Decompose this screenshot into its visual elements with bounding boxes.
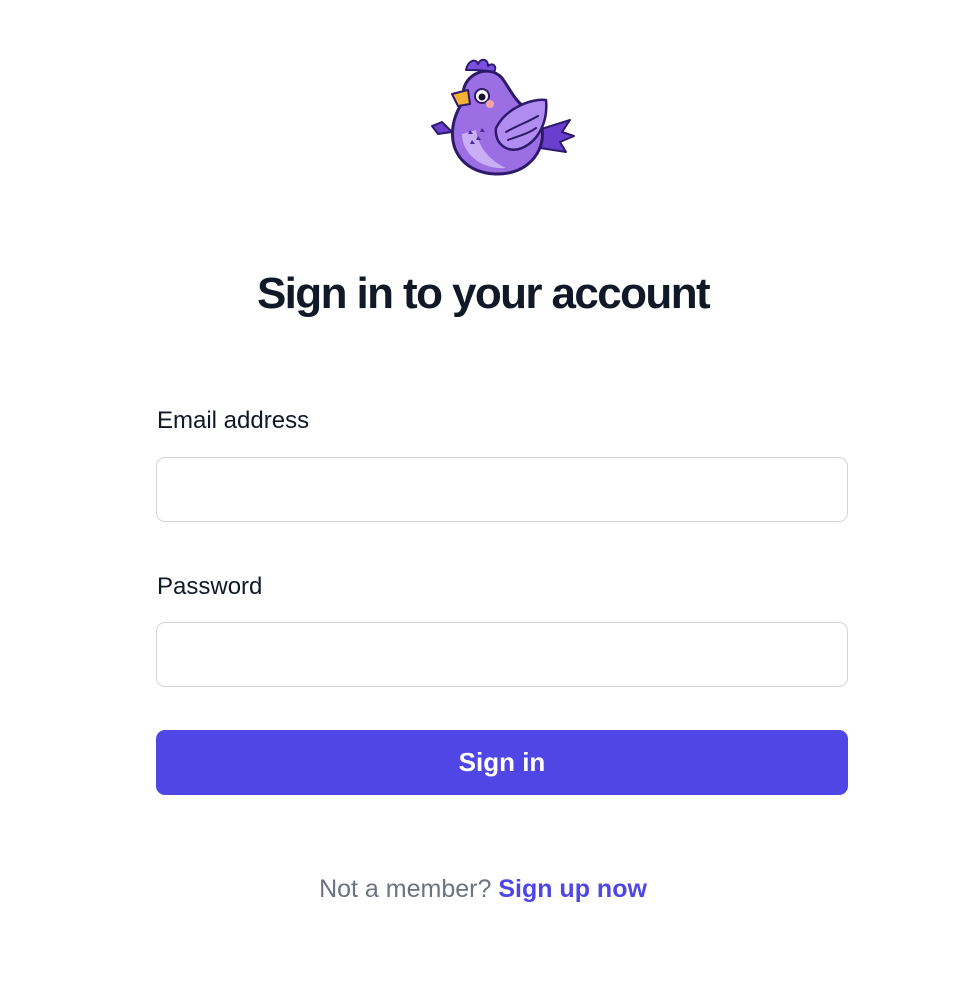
- page-title: Sign in to your account: [256, 269, 711, 318]
- sign-up-link[interactable]: Sign up now: [498, 875, 647, 903]
- signup-prompt-text: Not a member?: [319, 875, 492, 903]
- email-label: Email address: [157, 407, 310, 434]
- signup-prompt: Not a member? Sign up now: [0, 872, 966, 906]
- password-label: Password: [157, 573, 263, 600]
- sign-in-button[interactable]: Sign in: [156, 730, 848, 795]
- password-field[interactable]: [156, 622, 848, 687]
- purple-bird-mascot-icon: [431, 58, 575, 176]
- logo: [428, 56, 576, 180]
- email-field[interactable]: [156, 457, 848, 522]
